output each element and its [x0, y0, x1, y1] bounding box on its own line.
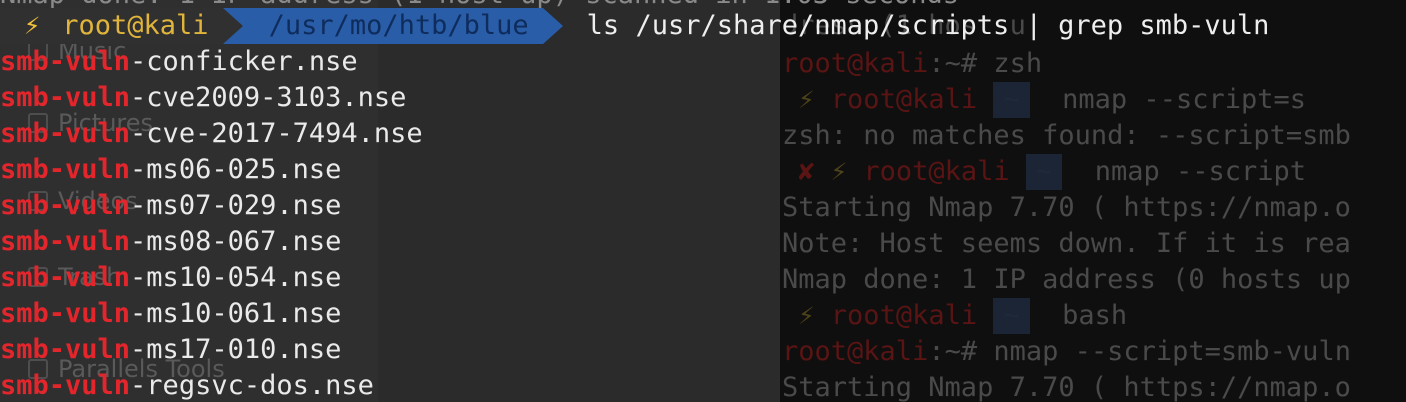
ghost-line: Nmap done: 1 IP address (0 hosts up	[782, 264, 1351, 295]
prompt-path-segment: /usr/mo/htb/blue	[222, 8, 563, 44]
shell-prompt: ⚡ root@kali/usr/mo/htb/blue ls /usr/share/…	[0, 8, 1269, 44]
output-line: smb-vuln-regsvc-dos.nse	[0, 368, 374, 402]
output-filename-rest: -regsvc-dos.nse	[130, 370, 374, 401]
grep-match: smb-vuln	[0, 46, 131, 77]
error-x-icon: ✘	[798, 156, 815, 187]
output-line: smb-vuln-ms10-061.nse	[0, 296, 341, 332]
output-line: smb-vuln-conficker.nse	[0, 44, 358, 80]
ghost-line: ⚡ root@kali ~ nmap --script=s	[782, 82, 1306, 118]
bolt-icon: ⚡	[24, 10, 41, 41]
ghost-line: ⚡ root@kali ~ bash	[782, 298, 1127, 334]
ghost-line: Starting Nmap 7.70 ( https://nmap.o	[782, 192, 1351, 223]
output-line: smb-vuln-cve-2017-7494.nse	[0, 116, 423, 152]
grep-match: smb-vuln	[0, 154, 131, 185]
ghost-line: Note: Host seems down. If it is rea	[782, 228, 1351, 259]
output-line: smb-vuln-ms10-054.nse	[0, 260, 341, 296]
grep-match: smb-vuln	[0, 334, 131, 365]
output-filename-rest: -ms06-025.nse	[130, 154, 342, 185]
ghost-line: ✘ ⚡ root@kali ~ nmap --script	[782, 154, 1306, 190]
bolt-icon: ⚡	[798, 300, 815, 331]
output-filename-rest: -cve2009-3103.nse	[130, 82, 407, 113]
output-line: smb-vuln-ms07-029.nse	[0, 188, 341, 224]
command-text[interactable]: ls /usr/share/nmap/scripts | grep smb-vu…	[543, 8, 1270, 44]
output-filename-rest: -ms07-029.nse	[130, 190, 342, 221]
grep-match: smb-vuln	[0, 262, 131, 293]
output-filename-rest: -ms10-054.nse	[130, 262, 342, 293]
ghost-line: zsh: no matches found: --script=smb	[782, 120, 1351, 151]
grep-match: smb-vuln	[0, 118, 131, 149]
output-line: smb-vuln-ms06-025.nse	[0, 152, 341, 188]
grep-match: smb-vuln	[0, 82, 131, 113]
grep-match: smb-vuln	[0, 298, 131, 329]
output-filename-rest: -conficker.nse	[130, 46, 358, 77]
ghost-line: root@kali:~# nmap --script=smb-vuln	[782, 336, 1351, 367]
output-line: smb-vuln-cve2009-3103.nse	[0, 80, 406, 116]
bolt-icon: ⚡	[830, 156, 848, 187]
output-line: smb-vuln-ms08-067.nse	[0, 224, 341, 260]
output-filename-rest: -ms17-010.nse	[130, 334, 342, 365]
grep-match: smb-vuln	[0, 370, 131, 401]
output-filename-rest: -ms10-061.nse	[130, 298, 342, 329]
prompt-user-segment: ⚡ root@kali	[0, 8, 223, 44]
bolt-icon: ⚡	[798, 84, 815, 115]
ghost-line: Starting Nmap 7.70 ( https://nmap.o	[782, 372, 1351, 402]
grep-match: smb-vuln	[0, 226, 131, 257]
output-line: smb-vuln-ms17-010.nse	[0, 332, 341, 368]
output-filename-rest: -ms08-067.nse	[130, 226, 342, 257]
ghost-line: root@kali:~# zsh	[782, 48, 1043, 79]
output-filename-rest: -cve-2017-7494.nse	[130, 118, 423, 149]
grep-match: smb-vuln	[0, 190, 131, 221]
